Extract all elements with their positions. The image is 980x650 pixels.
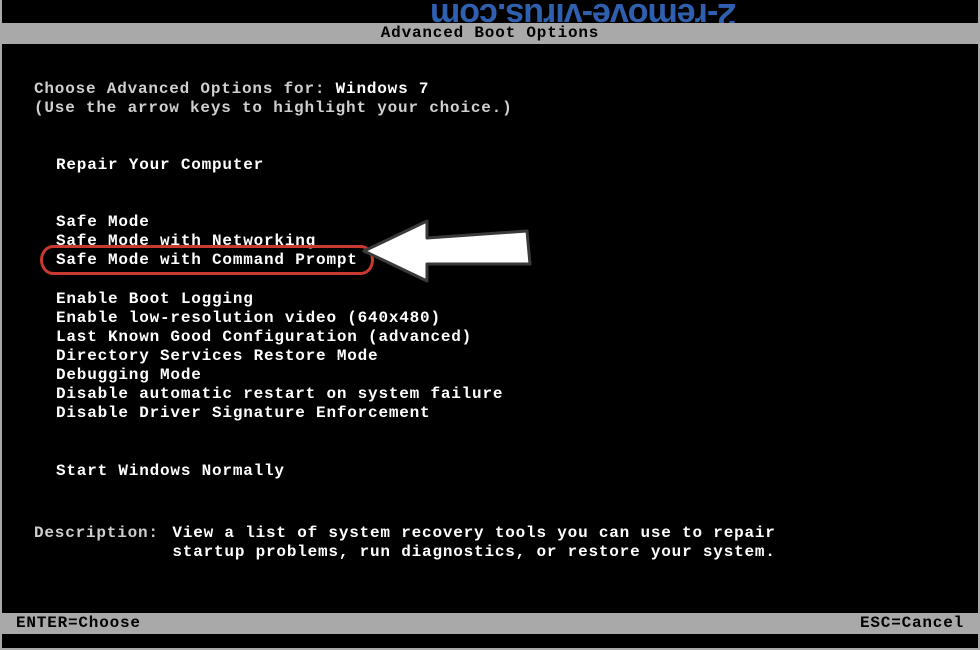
title-text: Advanced Boot Options [381,24,599,42]
arrow-annotation-icon [357,216,537,286]
description-label: Description: [34,524,162,543]
option-group-repair: Repair Your Computer [52,156,268,175]
footer-bar: ENTER=Choose ESC=Cancel [2,613,978,634]
option-directory-services-restore[interactable]: Directory Services Restore Mode [52,347,507,366]
title-bar: Advanced Boot Options [2,23,978,44]
option-safe-mode-networking[interactable]: Safe Mode with Networking [52,232,362,251]
intro-block: Choose Advanced Options for: Windows 7 (… [34,80,512,118]
footer-esc: ESC=Cancel [860,614,964,632]
boot-screen: 2-remove-virus.com Advanced Boot Options… [0,0,980,650]
option-enable-boot-logging[interactable]: Enable Boot Logging [52,290,507,309]
option-group-normal: Start Windows Normally [52,462,289,481]
option-last-known-good-config[interactable]: Last Known Good Configuration (advanced) [52,328,507,347]
option-group-safe-modes: Safe Mode Safe Mode with Networking Safe… [52,213,362,270]
description-block: Description: View a list of system recov… [34,524,776,562]
intro-hint: (Use the arrow keys to highlight your ch… [34,99,512,117]
intro-os: Windows 7 [336,80,430,98]
option-disable-auto-restart[interactable]: Disable automatic restart on system fail… [52,385,507,404]
option-group-advanced: Enable Boot Logging Enable low-resolutio… [52,290,507,423]
option-safe-mode-command-prompt[interactable]: Safe Mode with Command Prompt [52,251,362,269]
option-repair-your-computer[interactable]: Repair Your Computer [52,156,268,175]
option-start-windows-normally[interactable]: Start Windows Normally [52,462,289,481]
description-line2: startup problems, run diagnostics, or re… [172,543,775,561]
option-safe-mode[interactable]: Safe Mode [52,213,362,232]
option-disable-driver-signature[interactable]: Disable Driver Signature Enforcement [52,404,507,423]
option-debugging-mode[interactable]: Debugging Mode [52,366,507,385]
description-body: View a list of system recovery tools you… [172,524,775,562]
footer-enter: ENTER=Choose [16,614,141,632]
option-low-resolution-video[interactable]: Enable low-resolution video (640x480) [52,309,507,328]
intro-prefix: Choose Advanced Options for: [34,80,336,98]
description-line1: View a list of system recovery tools you… [172,524,775,542]
